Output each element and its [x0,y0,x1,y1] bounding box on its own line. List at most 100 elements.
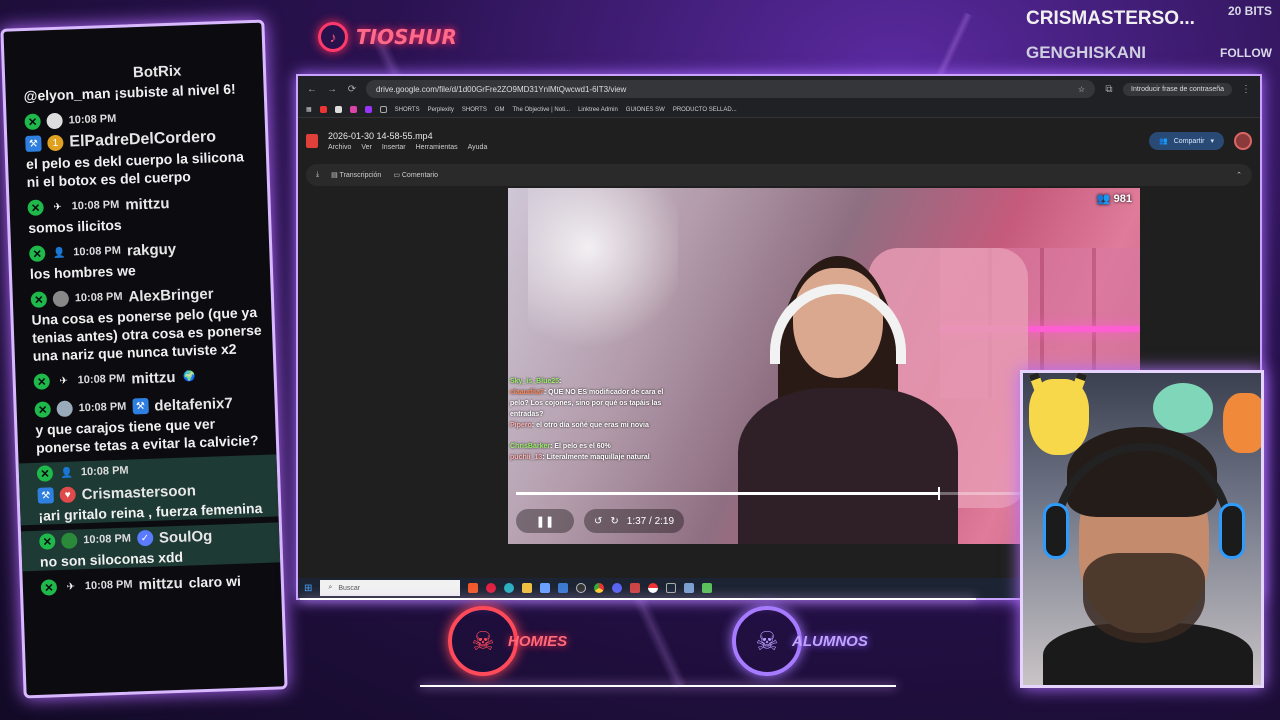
moderator-badge-icon: ✕ [30,291,48,308]
moderator-badge-icon: ✕ [40,579,58,596]
steam-icon[interactable] [666,583,677,593]
bookmark[interactable]: GUIONES SW [626,107,665,113]
rewind-icon[interactable]: ↺ [594,516,602,527]
forward-10-icon[interactable]: ↻ [610,516,618,527]
menu-item[interactable]: Insertar [382,144,406,151]
bookmark[interactable]: SHORTS [462,107,487,113]
app-icon[interactable] [684,583,695,593]
apps-icon[interactable]: ▦ [306,106,312,113]
plush-toy [1153,383,1213,433]
taskbar-search[interactable]: ⌕ Buscar [320,580,461,596]
chat-time: 10:08 PM [73,244,122,259]
current-time: 1:37 [626,515,647,527]
headset-cup [1219,503,1245,559]
edge-icon[interactable] [504,583,515,593]
account-avatar[interactable] [1234,132,1252,150]
chat-message-highlighted: ✕ 👤 10:08 PM ⚒ ♥ Crismastersoon ¡ari gri… [18,454,279,526]
chat-text: Una cosa es ponerse pelo (que ya tenias … [31,304,262,364]
chat-username: mittzu [138,574,184,593]
menu-item[interactable]: Herramientas [416,144,458,151]
obs-icon[interactable] [576,583,587,593]
brand-logo: ♪ TIOSHUR [318,22,457,52]
menu-item[interactable]: Ayuda [468,144,488,151]
neon-divider [420,685,896,687]
team-logo-homies: ☠ HOMIES [448,606,567,676]
chat-time: 10:08 PM [84,578,133,593]
viewer-count-value: 981 [1113,193,1132,205]
avatar-icon [61,532,78,549]
opera-icon[interactable] [486,583,497,593]
mail-icon[interactable] [558,583,569,593]
seek-controls: ↺ ↻ 1:37 / 2:19 [584,509,685,533]
menu-item[interactable]: Ver [361,144,372,151]
moderator-badge-icon: ✕ [36,465,54,482]
discord-icon[interactable] [612,583,623,593]
chat-message: BotRix @elyon_man ¡subiste al nivel 6! [23,57,254,105]
pokeball-icon[interactable] [648,583,659,593]
chevron-down-icon: ▾ [1210,138,1214,145]
chat-message: ✕ 10:08 PM AlexBringer Una cosa es poner… [30,281,263,365]
bookmark[interactable]: Linktree Admin [578,107,618,113]
store-icon[interactable] [540,583,551,593]
pause-button[interactable]: ❚❚ [516,509,574,533]
extensions-icon[interactable]: ⧉ [1103,83,1115,95]
brand-name: TIOSHUR [356,25,457,49]
share-button[interactable]: 👥 Compartir ▾ [1149,132,1224,150]
video-chat-user: ChrisBarker [510,443,551,450]
chat-time: 10:08 PM [77,372,126,387]
chat-message: ✕ 10:08 PM ⚒ 1 ElPadreDelCordero el pelo… [24,103,257,191]
password-chip[interactable]: Introducir frase de contraseña [1123,82,1232,96]
avatar-icon [46,112,63,130]
neon-divider [300,598,976,600]
chat-username: BotRix [132,62,182,81]
video-chat-text: Literalmente maquillaje natural [546,454,650,461]
drive-header: 2026-01-30 14-58-55.mp4 Archivo Ver Inse… [298,118,1260,164]
gift-badge-icon: ♥ [59,486,76,504]
video-chat-overlay: Sky_is_Blue25: claaudiia7: QUE NO ES mod… [510,378,664,461]
menu-icon[interactable]: ⋮ [1240,83,1252,95]
youtube-icon[interactable] [319,106,327,113]
tiktok-bookmark-icon[interactable] [379,106,387,113]
brave-icon[interactable] [468,583,479,593]
folder-icon[interactable] [522,583,533,593]
team-name: ALUMNOS [792,632,868,650]
url-bar[interactable]: drive.google.com/file/d/1d00GrFre2ZO9MD3… [366,80,1095,98]
bookmark[interactable]: Perplexity [428,107,454,113]
windows-start-icon[interactable]: ⊞ [304,583,312,594]
app-icon[interactable] [702,583,713,593]
people-icon: 👥 [1159,138,1168,145]
user-icon: 👤 [52,247,66,259]
chat-message: ✕ ✈ 10:08 PM mittzu 🌍 [33,363,264,393]
latest-follow-label: FOLLOW [1220,46,1272,60]
seek-bar-handle[interactable] [937,487,940,500]
x-icon[interactable] [334,106,342,113]
chat-username: AlexBringer [128,285,214,305]
bookmark[interactable]: PRODUCTO SELLAD... [673,107,737,113]
twitch-icon[interactable] [364,106,372,113]
comment-button[interactable]: ▭ Comentario [393,171,438,179]
bookmark-star-icon[interactable]: ☆ [1078,85,1085,94]
bookmark[interactable]: SHORTS [395,107,420,113]
transcript-button[interactable]: ▤ Transcripción [331,171,381,179]
bookmark[interactable]: The Objective | Noti... [513,107,571,113]
viewer-count: 👥 981 [1096,193,1132,205]
chrome-icon[interactable] [594,583,605,593]
chat-username: mittzu [125,194,170,214]
collapse-icon[interactable]: ⌃ [1236,171,1242,179]
app-icon[interactable] [630,583,641,593]
reload-icon[interactable]: ⟳ [346,83,358,95]
video-chat-user: Pipero [510,422,532,429]
menu-item[interactable]: Archivo [328,144,351,151]
share-label: Compartir [1173,137,1205,145]
moderator-badge-icon: ✕ [33,373,51,390]
forward-icon[interactable]: → [326,83,338,95]
seek-bar-fill [516,492,938,495]
instagram-icon[interactable] [349,106,357,113]
chat-time: 10:08 PM [83,532,132,547]
bookmark[interactable]: GM [495,107,505,113]
video-chat-user: Sky_is_Blue25 [510,378,560,385]
latest-follow-user: GENGHISKANI [1026,43,1146,62]
download-icon[interactable]: ⤓ [316,171,319,179]
back-icon[interactable]: ← [306,83,318,95]
chat-message-highlighted: ✕ 10:08 PM ✓ SoulOg no son siloconas xdd [20,522,281,572]
